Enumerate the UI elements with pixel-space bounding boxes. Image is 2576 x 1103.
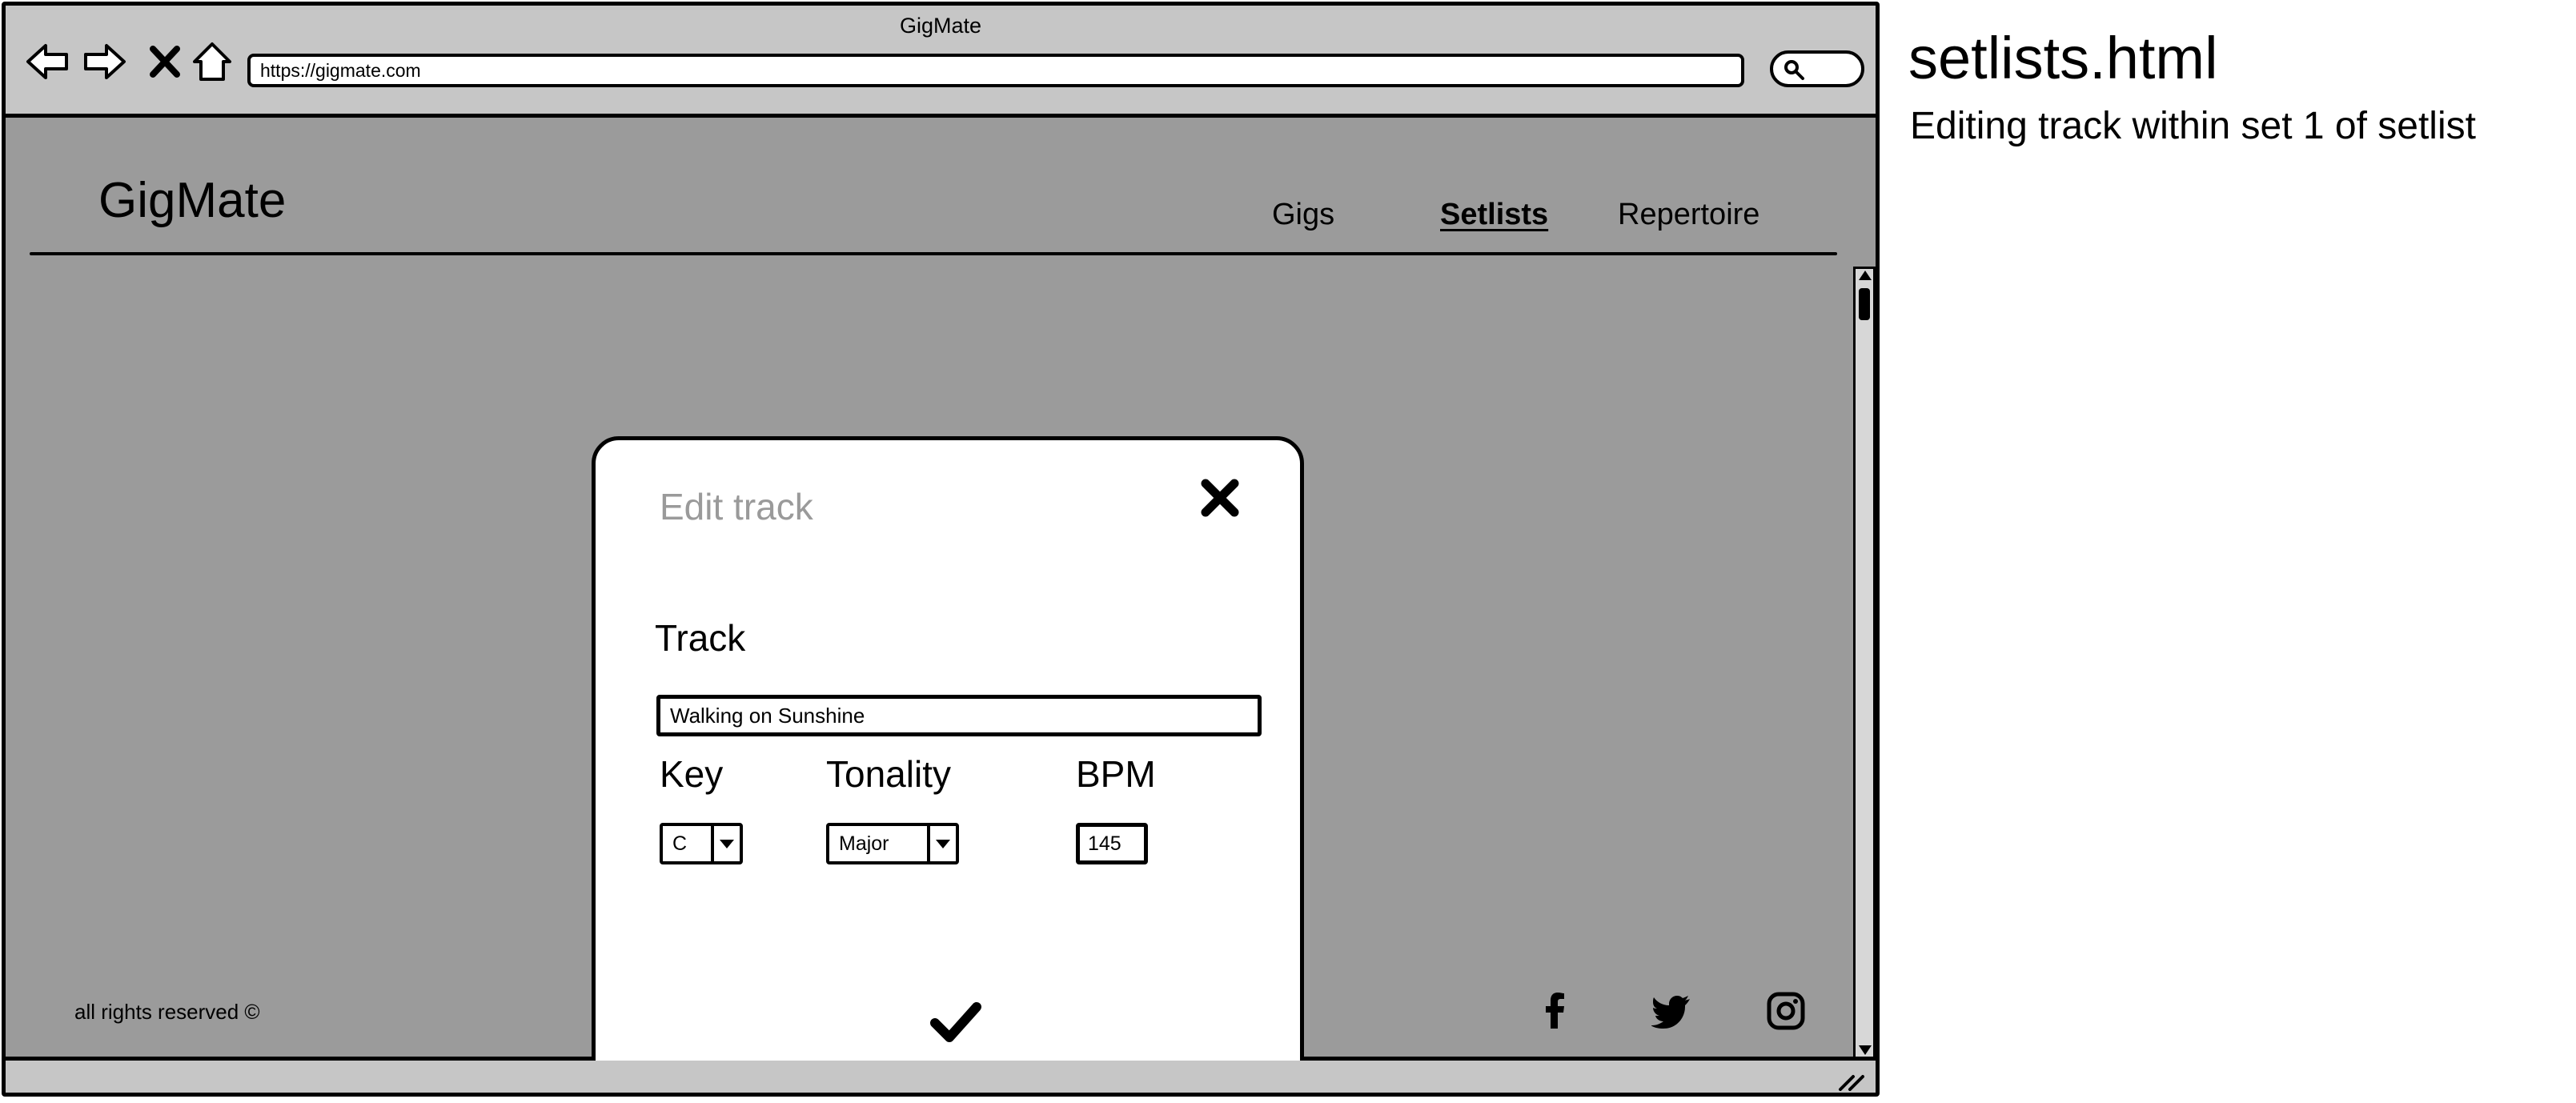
bpm-label: BPM <box>1076 753 1156 795</box>
address-bar[interactable]: https://gigmate.com <box>247 54 1744 87</box>
facebook-icon[interactable] <box>1535 990 1576 1032</box>
chevron-down-icon[interactable] <box>711 826 740 861</box>
edit-track-modal: Edit track Track Walking on Sunshine Key… <box>592 436 1304 1093</box>
confirm-check-icon[interactable] <box>930 999 981 1044</box>
bpm-input[interactable]: 145 <box>1076 823 1148 864</box>
forward-icon[interactable] <box>82 39 127 84</box>
footer-copyright: all rights reserved © <box>74 1000 260 1024</box>
track-label: Track <box>655 617 746 659</box>
search-icon <box>1784 60 1804 80</box>
browser-toolbar: GigMate https://gigmate.com <box>6 6 1876 118</box>
browser-window: GigMate https://gigmate.com GigMate Gigs… <box>2 2 1880 1097</box>
key-select[interactable]: C <box>660 823 743 864</box>
scroll-thumb[interactable] <box>1859 288 1870 320</box>
annotation-page-name: setlists.html <box>1908 25 2218 91</box>
track-name-input[interactable]: Walking on Sunshine <box>656 695 1262 736</box>
window-title: GigMate <box>899 14 982 38</box>
key-label: Key <box>660 753 724 795</box>
annotation-description: Editing track within set 1 of setlist <box>1910 105 2476 147</box>
scroll-up-icon[interactable] <box>1859 271 1872 280</box>
brand-logo[interactable]: GigMate <box>98 172 286 229</box>
tonality-label: Tonality <box>826 753 951 795</box>
resize-grip-icon[interactable] <box>1837 1069 1864 1091</box>
key-select-value: C <box>672 832 688 855</box>
home-icon[interactable] <box>191 39 233 84</box>
tonality-select[interactable]: Major <box>826 823 959 864</box>
chevron-down-icon[interactable] <box>927 826 956 861</box>
browser-search-box[interactable] <box>1770 50 1864 87</box>
page-scrollbar[interactable] <box>1853 267 1876 1059</box>
close-icon[interactable] <box>1198 475 1242 520</box>
instagram-icon[interactable] <box>1765 990 1807 1032</box>
modal-title: Edit track <box>660 486 813 527</box>
tonality-select-value: Major <box>839 832 889 855</box>
back-icon[interactable] <box>25 39 70 84</box>
scroll-down-icon[interactable] <box>1859 1045 1872 1055</box>
twitter-icon[interactable] <box>1651 990 1693 1032</box>
nav-link-setlists[interactable]: Setlists <box>1440 198 1548 232</box>
stop-icon[interactable] <box>146 39 183 84</box>
browser-statusbar <box>6 1061 1876 1093</box>
page-viewport: GigMate Gigs Setlists Repertoire all rig… <box>6 118 1876 1093</box>
nav-link-repertoire[interactable]: Repertoire <box>1618 198 1759 232</box>
nav-link-gigs[interactable]: Gigs <box>1272 198 1334 232</box>
header-divider <box>30 252 1837 255</box>
